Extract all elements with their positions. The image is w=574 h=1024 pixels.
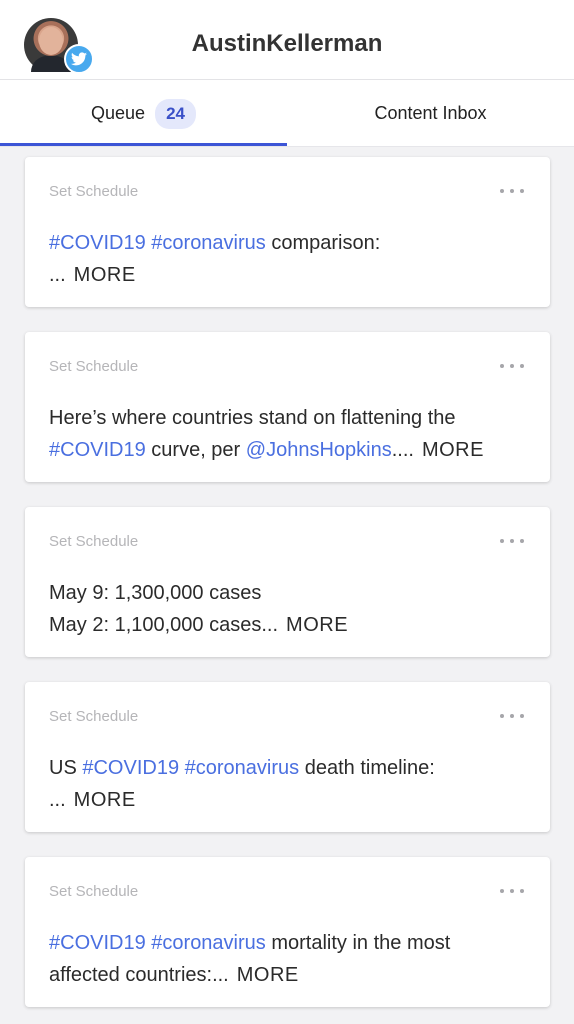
post-text: US #COVID19 #coronavirus death timeline:… <box>49 752 530 816</box>
post-text-fragment: death timeline: <box>304 757 435 779</box>
more-link[interactable]: MORE <box>422 439 484 461</box>
queue-count-badge: 24 <box>155 98 196 129</box>
active-tab-indicator <box>0 143 287 146</box>
mention-link[interactable]: @JohnsHopkins <box>246 439 392 461</box>
post-text-fragment: mortality in the most <box>271 932 451 954</box>
queue-post-card[interactable]: Set Schedule Here’s where countries stan… <box>25 332 550 482</box>
post-text: Here’s where countries stand on flatteni… <box>49 402 530 466</box>
tab-inbox-label: Content Inbox <box>374 103 487 123</box>
set-schedule-link[interactable]: Set Schedule <box>49 183 138 200</box>
queue-post-card[interactable]: Set Schedule #COVID19 #coronavirus compa… <box>25 157 550 307</box>
post-ellipsis: ... <box>49 789 66 811</box>
post-text-fragment: comparison: <box>271 232 381 254</box>
tab-queue-label: Queue <box>91 103 146 123</box>
tab-bar: Queue 24 Content Inbox <box>0 80 574 147</box>
more-link[interactable]: MORE <box>74 264 136 286</box>
more-link[interactable]: MORE <box>237 964 299 986</box>
hashtag[interactable]: #coronavirus <box>185 757 300 779</box>
account-username: AustinKellerman <box>191 30 383 57</box>
more-options-icon[interactable] <box>500 889 524 895</box>
queue-post-card[interactable]: Set Schedule #COVID19 #coronavirus morta… <box>25 857 550 1007</box>
set-schedule-link[interactable]: Set Schedule <box>49 708 138 725</box>
tab-queue[interactable]: Queue 24 <box>0 80 287 147</box>
set-schedule-link[interactable]: Set Schedule <box>49 358 138 375</box>
hashtag[interactable]: #coronavirus <box>151 932 266 954</box>
more-options-icon[interactable] <box>500 714 524 720</box>
post-text: #COVID19 #coronavirus comparison: ... MOR… <box>49 227 530 291</box>
more-link[interactable]: MORE <box>286 614 348 636</box>
app-header: AustinKellerman <box>0 0 574 80</box>
hashtag[interactable]: #COVID19 <box>82 757 179 779</box>
post-text-fragment: US <box>49 757 77 779</box>
more-options-icon[interactable] <box>500 539 524 545</box>
set-schedule-link[interactable]: Set Schedule <box>49 883 138 900</box>
hashtag[interactable]: #COVID19 <box>49 232 146 254</box>
tab-content-inbox[interactable]: Content Inbox <box>287 80 574 147</box>
post-text: May 9: 1,300,000 cases May 2: 1,100,000 … <box>49 577 530 641</box>
hashtag[interactable]: #coronavirus <box>151 232 266 254</box>
queue-post-card[interactable]: Set Schedule US #COVID19 #coronavirus de… <box>25 682 550 832</box>
post-ellipsis: ... <box>49 264 66 286</box>
post-ellipsis: .... <box>391 439 414 461</box>
queue-post-card[interactable]: Set Schedule May 9: 1,300,000 cases May … <box>25 507 550 657</box>
post-text: #COVID19 #coronavirus mortality in the m… <box>49 927 530 991</box>
more-options-icon[interactable] <box>500 364 524 370</box>
more-options-icon[interactable] <box>500 189 524 195</box>
set-schedule-link[interactable]: Set Schedule <box>49 533 138 550</box>
post-text-fragment: May 2: 1,100,000 cases... <box>49 614 279 636</box>
post-text-fragment: May 9: 1,300,000 cases <box>49 582 262 604</box>
post-text-fragment: Here’s where countries stand on flatteni… <box>49 407 456 429</box>
hashtag[interactable]: #COVID19 <box>49 932 146 954</box>
post-text-fragment: curve, per <box>151 439 241 461</box>
post-text-fragment: affected countries:... <box>49 964 229 986</box>
hashtag[interactable]: #COVID19 <box>49 439 146 461</box>
more-link[interactable]: MORE <box>74 789 136 811</box>
